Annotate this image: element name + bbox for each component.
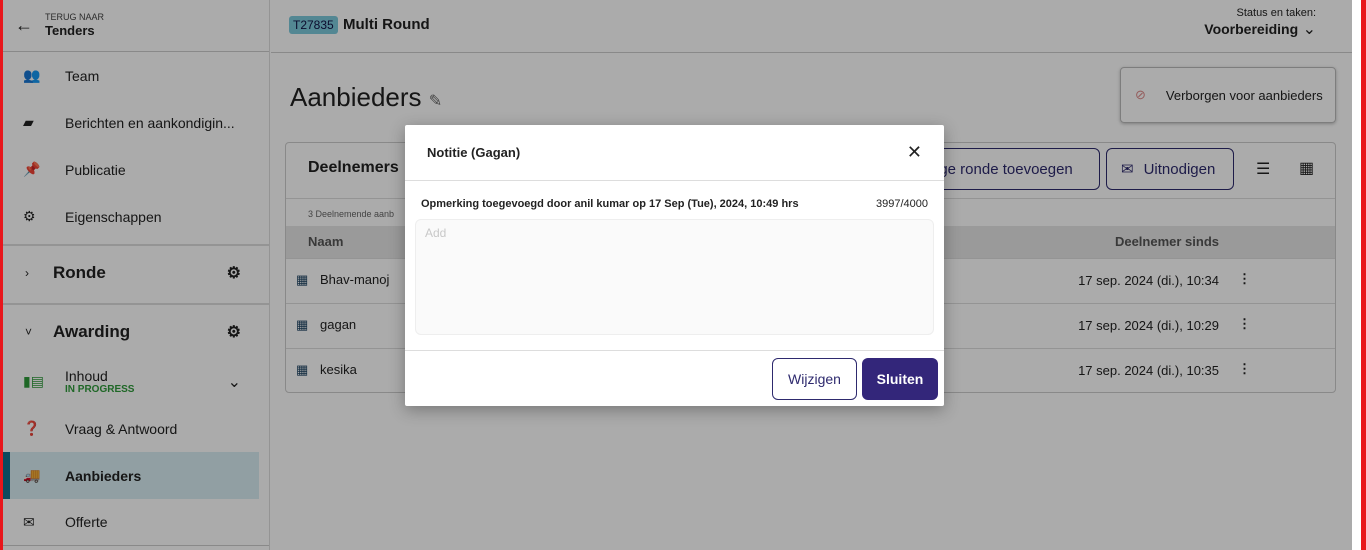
modal-title: Notitie (Gagan) (427, 145, 521, 160)
close-icon[interactable]: ✕ (907, 142, 922, 163)
frame-border-left (0, 0, 3, 550)
close-button[interactable]: Sluiten (862, 358, 938, 400)
frame-gap (1352, 0, 1361, 550)
edit-button[interactable]: Wijzigen (772, 358, 857, 400)
char-counter: 3997/4000 (876, 198, 928, 210)
frame-border-right (1361, 0, 1366, 550)
modal-footer: Wijzigen Sluiten (405, 350, 944, 406)
note-modal: Notitie (Gagan) ✕ Opmerking toegevoegd do… (405, 125, 944, 406)
note-textarea[interactable] (415, 219, 934, 335)
note-meta: Opmerking toegevoegd door anil kumar op … (421, 198, 799, 210)
